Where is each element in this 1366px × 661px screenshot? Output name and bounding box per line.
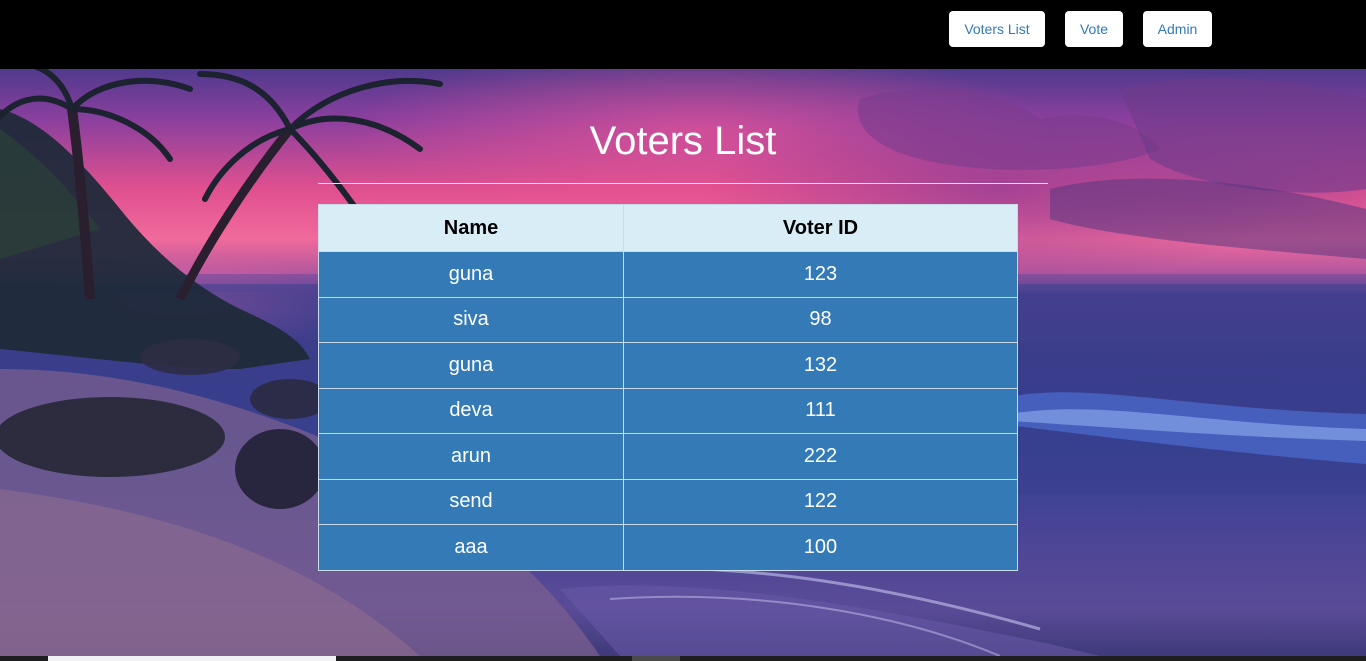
table-row: arun 222 bbox=[318, 433, 1018, 480]
voter-id-cell: 222 bbox=[623, 433, 1018, 480]
horizontal-scrollbar[interactable] bbox=[632, 656, 680, 661]
voters-list-button[interactable]: Voters List bbox=[949, 11, 1045, 47]
voter-name-cell: siva bbox=[318, 296, 624, 343]
vote-button[interactable]: Vote bbox=[1065, 11, 1123, 47]
voter-name-cell: deva bbox=[318, 387, 624, 434]
title-divider bbox=[318, 183, 1048, 184]
table-row: guna 132 bbox=[318, 342, 1018, 389]
table-header-row: Name Voter ID bbox=[318, 204, 1018, 252]
voter-id-cell: 132 bbox=[623, 342, 1018, 389]
voter-name-cell: aaa bbox=[318, 524, 624, 571]
voter-id-cell: 98 bbox=[623, 296, 1018, 343]
table-row: deva 111 bbox=[318, 387, 1018, 434]
table-row: siva 98 bbox=[318, 296, 1018, 343]
page-title: Voters List bbox=[589, 119, 777, 163]
voter-id-cell: 122 bbox=[623, 478, 1018, 525]
table-row: guna 123 bbox=[318, 251, 1018, 298]
voter-name-cell: guna bbox=[318, 251, 624, 298]
top-navbar: Voters List Vote Admin bbox=[0, 0, 1366, 69]
voter-name-cell: guna bbox=[318, 342, 624, 389]
table-row: send 122 bbox=[318, 478, 1018, 525]
bottom-thumbnail bbox=[48, 656, 336, 661]
voters-table: Name Voter ID guna 123 siva 98 guna 132 … bbox=[318, 204, 1018, 571]
admin-button[interactable]: Admin bbox=[1143, 11, 1212, 47]
voter-name-cell: send bbox=[318, 478, 624, 525]
column-header-voter-id: Voter ID bbox=[623, 204, 1018, 252]
voter-name-cell: arun bbox=[318, 433, 624, 480]
table-row: aaa 100 bbox=[318, 524, 1018, 571]
column-header-name: Name bbox=[318, 204, 624, 252]
voter-id-cell: 123 bbox=[623, 251, 1018, 298]
voter-id-cell: 111 bbox=[623, 387, 1018, 434]
voter-id-cell: 100 bbox=[623, 524, 1018, 571]
